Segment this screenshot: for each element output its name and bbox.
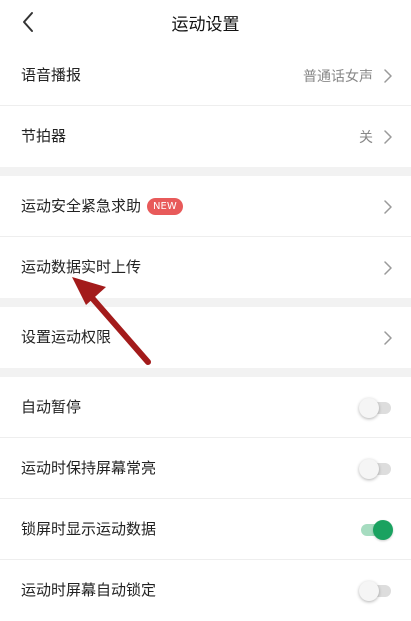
row-label: 设置运动权限: [21, 328, 112, 346]
header: 运动设置: [0, 0, 411, 44]
section-gap: [0, 167, 411, 176]
chevron-right-icon: [384, 68, 392, 83]
section-gap: [0, 368, 411, 377]
auto-pause-toggle[interactable]: [359, 397, 393, 419]
row-voice-broadcast[interactable]: 语音播报 普通话女声: [0, 45, 411, 106]
settings-list: 语音播报 普通话女声 节拍器 关 运动安全紧急求助 NEW 运动数据实时上传 设…: [0, 45, 411, 621]
row-value: 关: [359, 129, 373, 146]
row-label: 语音播报: [21, 66, 82, 84]
row-auto-pause: 自动暂停: [0, 377, 411, 438]
row-auto-lock-screen: 运动时屏幕自动锁定: [0, 560, 411, 621]
lock-screen-data-toggle[interactable]: [359, 519, 393, 541]
row-label: 运动安全紧急求助 NEW: [21, 176, 183, 237]
row-metronome[interactable]: 节拍器 关: [0, 106, 411, 167]
row-value: 普通话女声: [303, 68, 373, 85]
row-keep-screen-on: 运动时保持屏幕常亮: [0, 438, 411, 499]
new-badge: NEW: [147, 198, 183, 215]
row-label: 节拍器: [21, 127, 67, 145]
row-lock-screen-data: 锁屏时显示运动数据: [0, 499, 411, 560]
keep-screen-on-toggle[interactable]: [359, 458, 393, 480]
auto-lock-screen-toggle[interactable]: [359, 580, 393, 602]
chevron-right-icon: [384, 260, 392, 275]
page-title: 运动设置: [171, 15, 240, 35]
row-label: 运动时保持屏幕常亮: [21, 459, 157, 477]
row-label: 运动时屏幕自动锁定: [21, 581, 157, 599]
row-label: 锁屏时显示运动数据: [21, 520, 157, 538]
row-emergency-help[interactable]: 运动安全紧急求助 NEW: [0, 176, 411, 237]
section-gap: [0, 298, 411, 307]
row-label: 自动暂停: [21, 398, 82, 416]
chevron-right-icon: [384, 199, 392, 214]
row-realtime-upload[interactable]: 运动数据实时上传: [0, 237, 411, 298]
row-sport-permissions[interactable]: 设置运动权限: [0, 307, 411, 368]
chevron-right-icon: [384, 330, 392, 345]
chevron-right-icon: [384, 129, 392, 144]
row-label: 运动数据实时上传: [21, 258, 142, 276]
